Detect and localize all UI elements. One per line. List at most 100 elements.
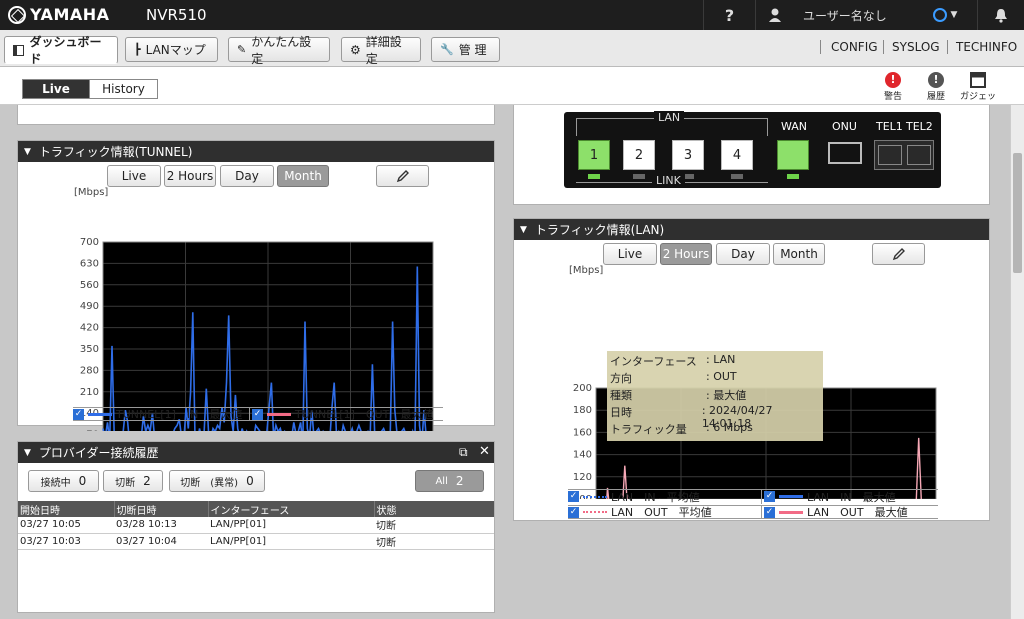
popout-icon[interactable]: ⧉: [459, 445, 468, 460]
legend-row: ✓ LAN IN 平均値 ✓ LAN IN 最大値: [568, 489, 938, 504]
provider-panel-title: プロバイダー接続履歴: [38, 446, 159, 460]
yamaha-logo: YAMAHA: [8, 5, 110, 24]
pencil-icon: [892, 248, 905, 261]
y-tick-label: 630: [80, 258, 99, 269]
tab-advanced-setup[interactable]: ⚙ 詳細設定: [341, 35, 421, 66]
history-tab[interactable]: History: [90, 79, 158, 99]
link-led-4: [731, 174, 743, 179]
legend-row: ✓ LAN OUT 平均値 ✓ LAN OUT 最大値: [568, 505, 938, 519]
tunnel-traffic-chart: 0701402102803504204905606307002024/03/28…: [80, 237, 434, 431]
column-header[interactable]: 状態: [374, 501, 494, 517]
onu-port[interactable]: [828, 142, 862, 164]
table-row[interactable]: 03/27 10:05 03/28 10:13 LAN/PP[01] 切断: [18, 517, 494, 533]
lan-port-4[interactable]: 4: [721, 140, 753, 170]
legend-swatch: [779, 495, 803, 498]
lan-port-1[interactable]: 1: [578, 140, 610, 170]
legend-checkbox[interactable]: ✓: [252, 408, 263, 420]
lan-month-button[interactable]: Month: [773, 243, 825, 265]
warning-label: 警告: [883, 92, 902, 102]
wan-label: WAN: [781, 120, 808, 133]
lan-day-button[interactable]: Day: [716, 243, 770, 265]
tunnel-month-button[interactable]: Month: [277, 165, 329, 187]
filter-abnormal-button[interactable]: 切断 (異常) 0: [169, 470, 265, 492]
live-tab[interactable]: Live: [22, 79, 90, 99]
tel1-label: TEL1: [876, 120, 903, 133]
lan-panel-title: トラフィック情報(LAN): [534, 223, 665, 237]
notification-bell-button[interactable]: [977, 0, 1024, 30]
scrollbar-thumb[interactable]: [1013, 153, 1022, 273]
provider-panel-header[interactable]: ▼ プロバイダー接続履歴: [18, 442, 494, 463]
lan-edit-button[interactable]: [872, 243, 925, 265]
tab-easy-setup[interactable]: ✎ かんたん設定: [228, 35, 330, 66]
tooltip-value: : 最大値: [706, 389, 747, 402]
provider-history-panel: ▼ プロバイダー接続履歴 ⧉ ✕ 接続中 0 切断 2 切断 (異常) 0 Al…: [17, 441, 495, 613]
lan-live-button[interactable]: Live: [603, 243, 657, 265]
column-header[interactable]: インターフェース: [208, 501, 375, 517]
tunnel-panel-header[interactable]: ▼ トラフィック情報(TUNNEL): [18, 141, 494, 162]
tel-ports[interactable]: [874, 140, 934, 170]
tab-dashboard[interactable]: ダッシュボード: [4, 35, 118, 66]
y-tick-label: 120: [573, 472, 592, 483]
filter-disconnected-button[interactable]: 切断 2: [103, 470, 163, 492]
lan-2hours-button[interactable]: 2 Hours: [660, 243, 712, 265]
status-menu-button[interactable]: ▼: [913, 0, 977, 30]
wan-led: [787, 174, 799, 179]
tab-easy-setup-label: かんたん設定: [251, 34, 312, 66]
warning-gadget[interactable]: ! 警告: [876, 70, 910, 102]
table-cell: 03/27 10:03: [20, 535, 81, 547]
history-gadget[interactable]: ! 履歴: [919, 70, 953, 102]
tunnel-edit-button[interactable]: [376, 165, 429, 187]
user-icon: [755, 0, 793, 30]
divider: [820, 40, 821, 54]
yamaha-emblem-icon: [8, 5, 26, 24]
legend-checkbox[interactable]: ✓: [764, 491, 775, 502]
techinfo-link[interactable]: TECHINFO: [956, 40, 1017, 54]
filter-all-button[interactable]: All 2: [415, 470, 484, 492]
tunnel-live-button[interactable]: Live: [107, 165, 161, 187]
lan-panel-header[interactable]: ▼ トラフィック情報(LAN): [514, 219, 989, 240]
tel2-port: [907, 145, 931, 165]
user-name: ユーザー名なし: [803, 9, 887, 23]
tunnel-panel-title: トラフィック情報(TUNNEL): [38, 145, 193, 159]
gear-icon: ⚙: [350, 42, 361, 57]
syslog-link[interactable]: SYSLOG: [892, 40, 940, 54]
status-ring-icon: [932, 8, 947, 22]
collapse-triangle-icon: ▼: [24, 447, 31, 458]
legend-checkbox[interactable]: ✓: [568, 491, 579, 502]
brand-name: YAMAHA: [30, 5, 110, 24]
link-group-label: LINK: [652, 174, 685, 187]
filter-all-label: All: [435, 475, 448, 487]
legend-checkbox[interactable]: ✓: [764, 506, 775, 518]
legend-checkbox[interactable]: ✓: [73, 408, 84, 420]
lan-port-2[interactable]: 2: [623, 140, 655, 170]
config-link[interactable]: CONFIG: [831, 40, 878, 54]
wand-icon: ✎: [237, 43, 247, 56]
column-header[interactable]: 開始日時: [18, 501, 115, 517]
tunnel-2hours-button[interactable]: 2 Hours: [164, 165, 216, 187]
legend-label: TUNNEL[1] IN 最大値: [116, 408, 243, 421]
tel1-port: [878, 145, 902, 165]
close-icon[interactable]: ✕: [479, 444, 490, 459]
history-icon: !: [928, 72, 944, 88]
wan-port[interactable]: [777, 140, 809, 170]
sub-nav: Live History ! 警告 ! 履歴 ガジェット: [0, 67, 1024, 115]
legend-checkbox[interactable]: ✓: [568, 506, 579, 518]
table-row[interactable]: 03/27 10:03 03/27 10:04 LAN/PP[01] 切断: [18, 533, 494, 549]
table-cell: LAN/PP[01]: [210, 535, 267, 547]
help-button[interactable]: ?: [703, 0, 755, 30]
router-front-panel: LAN 1 2 3 4 LINK WAN ONU TEL1 TEL2: [564, 111, 941, 188]
column-header[interactable]: 切断日時: [114, 501, 209, 517]
tab-lan-map[interactable]: ┣ LANマップ: [125, 37, 218, 62]
page-scrollbar[interactable]: [1010, 105, 1024, 619]
collapse-triangle-icon: ▼: [520, 224, 527, 235]
tab-management[interactable]: 🔧 管 理: [431, 37, 500, 62]
filter-abnormal-count: 0: [246, 474, 254, 488]
tooltip-row: 種類: 最大値: [610, 387, 820, 404]
filter-connected-button[interactable]: 接続中 0: [28, 470, 99, 492]
tooltip-value: : LAN: [706, 353, 736, 366]
lan-port-3[interactable]: 3: [672, 140, 704, 170]
legend-label: LAN OUT 最大値: [807, 506, 908, 519]
port-status-panel: LAN 1 2 3 4 LINK WAN ONU TEL1 TEL2: [513, 105, 990, 205]
tunnel-day-button[interactable]: Day: [220, 165, 274, 187]
legend-swatch: [779, 510, 803, 514]
